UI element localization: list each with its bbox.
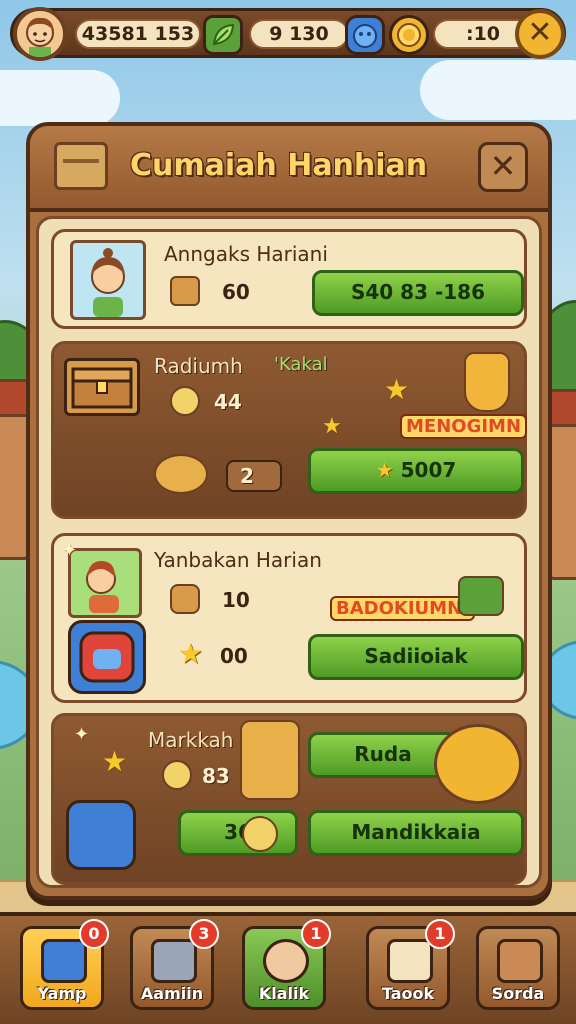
star-icon: ★ xyxy=(384,373,410,406)
nav-button-aamiin[interactable]: 3 Aamiin xyxy=(130,919,219,1010)
notification-badge: 0 xyxy=(79,919,109,949)
task-card-1: Anngaks Hariani 60 S40 83 -186 xyxy=(51,229,527,329)
task-value: 10 xyxy=(222,588,250,612)
character-portrait xyxy=(68,548,142,618)
star-icon: ★ xyxy=(178,637,204,670)
nav-label: Sorda xyxy=(491,984,545,1003)
log-icon xyxy=(497,939,543,983)
paintbrush-icon xyxy=(240,720,300,800)
nav-label: Aamiin xyxy=(140,984,204,1003)
coin-face-icon xyxy=(170,386,200,416)
task-title: Anngaks Hariani xyxy=(164,242,328,266)
claim-button-2[interactable]: ★ 5007 xyxy=(308,448,524,494)
notification-badge: 1 xyxy=(301,919,331,949)
task-card-3: ✦ Yanbakan Harian 10 ★ 00 BADOKIUMNI Sad… xyxy=(51,533,527,703)
nav-button-taook[interactable]: 1 Taook xyxy=(366,919,455,1010)
task-title: Yanbakan Harian xyxy=(154,548,322,572)
panel-header: Cumaiah Hanhian ✕ xyxy=(30,126,548,212)
task-tag: 'Kakal xyxy=(274,354,328,375)
task-card-4: ✦ ★ Markkah 83 Ruda 36 Mandikkaia xyxy=(51,713,527,885)
nav-label: Yamp xyxy=(37,984,87,1003)
currency-counter-1: 43581 153 xyxy=(75,19,201,49)
coin-face-icon xyxy=(242,816,278,852)
notification-badge: 1 xyxy=(425,919,455,949)
star-icon: ★ xyxy=(102,745,128,778)
reward-badge: BADOKIUMNI xyxy=(330,596,475,621)
task-value: 60 xyxy=(222,280,250,304)
task-value: 44 xyxy=(214,390,242,414)
character-portrait xyxy=(70,240,146,320)
panel-close-button[interactable]: ✕ xyxy=(478,142,528,192)
star-icon: ★ xyxy=(375,458,394,482)
claim-button-3[interactable]: Sadiioiak xyxy=(308,634,524,680)
coin-counter-button: 36 xyxy=(178,810,298,856)
treasure-chest-icon xyxy=(64,358,140,416)
claim-button-1[interactable]: S40 83 -186 xyxy=(312,270,524,316)
star-icon: ★ xyxy=(322,414,342,439)
pencil-icon xyxy=(151,939,197,983)
reward-badge: MENOGIMN xyxy=(400,414,528,439)
backpack-icon xyxy=(170,276,200,306)
rabbit-icon xyxy=(263,939,309,983)
task-title: Radiumh xyxy=(154,354,243,378)
leaf-icon[interactable] xyxy=(203,15,243,55)
nav-label: Klalik xyxy=(258,984,310,1003)
sparkle-icon: ✦ xyxy=(74,724,90,745)
panel-title: Cumaiah Hanhian xyxy=(130,148,428,183)
backpack-icon xyxy=(68,620,146,694)
nav-button-yamp[interactable]: 0 Yamp xyxy=(20,919,109,1010)
nav-button-sorda[interactable]: Sorda xyxy=(476,926,560,1010)
nav-button-klalik[interactable]: 1 Klalik xyxy=(242,919,331,1010)
top-bar: 43581 153 9 130 :10 ✕ xyxy=(10,7,566,61)
box-icon xyxy=(54,142,108,190)
gem-bag-icon[interactable] xyxy=(345,15,385,55)
top-close-button[interactable]: ✕ xyxy=(515,9,565,59)
bottom-nav: 0 Yamp 3 Aamiin 1 Klalik 1 Taook Sorda xyxy=(0,912,576,1024)
sparkle-icon: ✦ xyxy=(62,540,78,561)
paint-tube-icon xyxy=(41,939,87,983)
golden-bottle-icon xyxy=(464,352,510,412)
scroll-icon xyxy=(387,939,433,983)
bag-icon xyxy=(170,584,200,614)
player-avatar[interactable] xyxy=(13,7,67,61)
task-title: Markkah xyxy=(148,728,234,752)
gold-medal-icon[interactable] xyxy=(389,15,429,55)
currency-counter-2: 9 130 xyxy=(249,19,349,49)
coin-stack-icon xyxy=(154,454,208,494)
green-crystal-icon xyxy=(458,576,504,616)
nav-label: Taook xyxy=(381,984,435,1003)
bucket-icon xyxy=(66,800,136,870)
task-value: 83 xyxy=(202,764,230,788)
notification-badge: 3 xyxy=(189,919,219,949)
coin-face-icon xyxy=(162,760,192,790)
task-value: 00 xyxy=(220,644,248,668)
claim-button-2-label: 5007 xyxy=(400,458,457,482)
claim-button-5[interactable]: Mandikkaia xyxy=(308,810,524,856)
daily-panel: Cumaiah Hanhian ✕ Anngaks Hariani 60 S40… xyxy=(26,122,552,900)
task-card-2: Radiumh 'Kakal 44 2 ★ ★ MENOGIMN ★ 5007 xyxy=(51,341,528,519)
gold-coin-icon xyxy=(434,724,522,804)
panel-body: Anngaks Hariani 60 S40 83 -186 Radiumh '… xyxy=(36,216,542,888)
task-value: 2 xyxy=(226,460,282,492)
